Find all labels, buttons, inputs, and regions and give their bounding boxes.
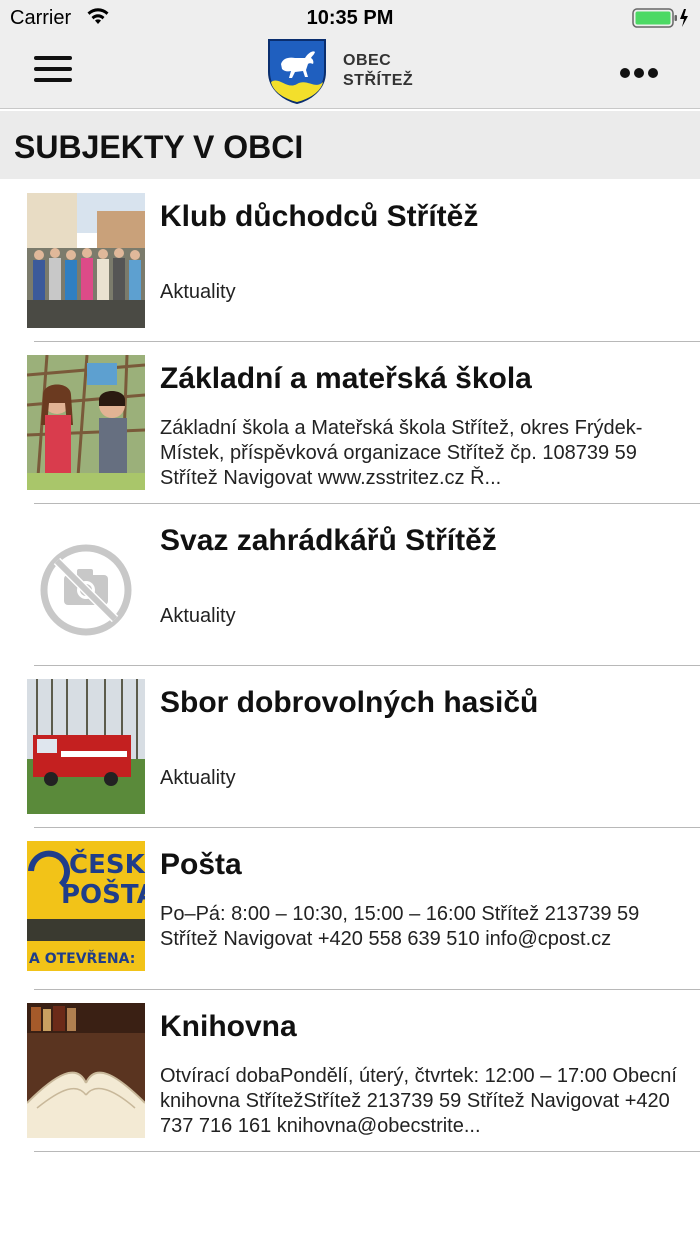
item-description: Otvírací dobaPondělí, úterý, čtvrtek: 12… [160,1065,677,1137]
item-title: Pošta [160,848,242,881]
hamburger-menu-icon[interactable] [34,56,72,86]
item-description: Aktuality [160,767,236,789]
item-title: Klub důchodců Střítěž [160,200,479,233]
item-title: Knihovna [160,1010,297,1043]
item-description: Po–Pá: 8:00 – 10:30, 15:00 – 16:00 Střít… [160,903,640,950]
post-office-photo: ČESK POŠTA A OTEVŘENA: [27,841,145,976]
list-item[interactable]: ČESK POŠTA A OTEVŘENA: Pošta Po–Pá: 8:00… [0,828,700,990]
list-item[interactable]: Sbor dobrovolných hasičů Aktuality [0,666,700,828]
item-description: Základní škola a Mateřská škola Střítež,… [160,417,643,489]
subjects-list: Klub důchodců Střítěž Aktuality Základní… [0,180,700,1152]
item-title: Svaz zahrádkářů Střítěž [160,524,497,557]
more-options-icon[interactable] [620,65,662,78]
brand-line-1: OBEC [343,52,392,69]
navigation-bar: OBEC STŘÍTEŽ [0,36,700,109]
list-item[interactable]: Klub důchodců Střítěž Aktuality [0,180,700,342]
item-title: Sbor dobrovolných hasičů [160,686,539,719]
brand-line-2: STŘÍTEŽ [343,72,414,89]
post-sign-text-1: ČESK [69,848,145,880]
people-photo [27,193,145,328]
list-item[interactable]: Základní a mateřská škola Základní škola… [0,342,700,504]
item-description: Aktuality [160,605,236,627]
no-photo-icon [27,517,145,652]
fire-truck-photo [27,679,145,814]
clock: 10:35 PM [306,7,394,29]
book-photo [27,1003,145,1138]
post-sign-text-3: A OTEVŘENA: [29,950,135,967]
post-sign-text-2: POŠTA [61,878,145,910]
children-photo [27,355,145,490]
status-bar: Carrier 10:35 PM [0,0,700,36]
section-header: SUBJEKTY V OBCI [0,111,700,179]
battery-icon [632,7,690,34]
page-title: SUBJEKTY V OBCI [14,129,304,165]
coat-of-arms-logo [267,38,327,109]
list-item[interactable]: Svaz zahrádkářů Střítěž Aktuality [0,504,700,666]
divider [34,1151,700,1152]
item-description: Aktuality [160,281,236,303]
brand-name: OBEC STŘÍTEŽ [343,51,413,91]
list-item[interactable]: Knihovna Otvírací dobaPondělí, úterý, čt… [0,990,700,1152]
item-title: Základní a mateřská škola [160,362,532,395]
